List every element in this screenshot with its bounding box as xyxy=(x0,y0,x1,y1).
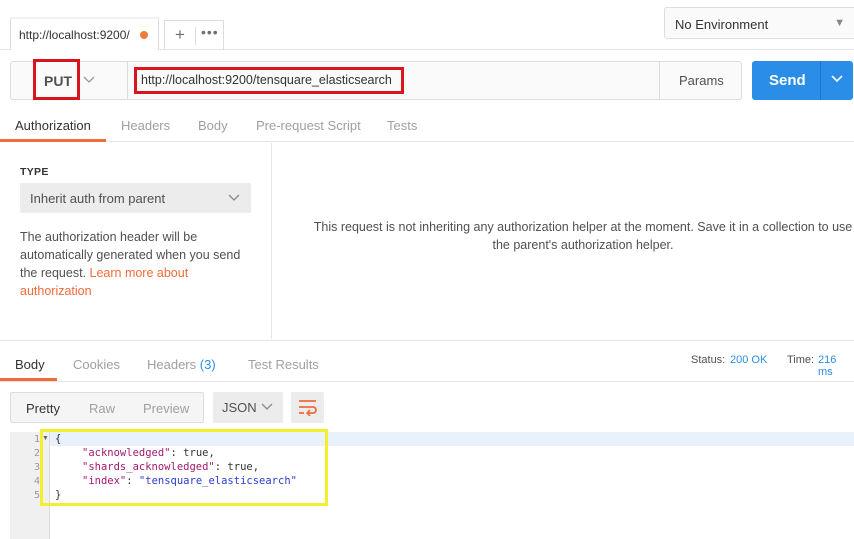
tab-actions: + ••• xyxy=(164,20,224,50)
chevron-down-icon xyxy=(83,72,95,91)
format-type-select[interactable]: JSON xyxy=(213,392,283,423)
auth-type-value: Inherit auth from parent xyxy=(30,191,166,206)
tab-pre-request-script[interactable]: Pre-request Script xyxy=(256,118,361,133)
unsaved-dot-icon xyxy=(140,31,148,39)
chevron-down-icon: ▼ xyxy=(834,17,845,29)
environment-selector[interactable]: No Environment ▼ xyxy=(664,7,854,39)
send-label: Send xyxy=(769,72,806,89)
tab-bar: http://localhost:9200/ + ••• No Environm… xyxy=(0,0,854,50)
status-value: 200 OK xyxy=(730,354,768,366)
params-button[interactable]: Params xyxy=(659,62,741,99)
chevron-down-icon xyxy=(260,398,274,419)
response-tab-test-results[interactable]: Test Results xyxy=(248,357,319,372)
line-number: 5 xyxy=(33,490,40,501)
auth-message: This request is not inheriting any autho… xyxy=(313,220,853,252)
environment-label: No Environment xyxy=(675,17,769,32)
format-toggle-group: Pretty Raw Preview xyxy=(10,392,204,423)
request-tab-label: http://localhost:9200/ xyxy=(19,28,130,42)
response-headers-label: Headers xyxy=(147,357,197,372)
url-highlight-box xyxy=(134,67,404,94)
response-tabs: Body Cookies Headers (3) Test Results xyxy=(0,340,854,382)
new-tab-plus-icon[interactable]: + xyxy=(175,25,185,45)
active-tab-indicator xyxy=(0,139,106,142)
tab-body[interactable]: Body xyxy=(198,118,228,133)
time-value: 216 ms xyxy=(818,354,837,378)
more-options-icon[interactable]: ••• xyxy=(201,24,219,40)
params-label: Params xyxy=(679,73,724,88)
raw-button[interactable]: Raw xyxy=(89,401,115,416)
status-label: Status: xyxy=(691,354,726,366)
chevron-down-icon xyxy=(227,189,241,210)
pretty-button[interactable]: Pretty xyxy=(26,401,60,416)
line-number: 1 xyxy=(33,434,40,445)
request-tab[interactable]: http://localhost:9200/ xyxy=(10,17,159,50)
line-number: 2 xyxy=(33,448,40,459)
response-tab-body[interactable]: Body xyxy=(15,357,45,372)
tab-actions-divider xyxy=(195,27,196,45)
request-tabs: Authorization Headers Body Pre-request S… xyxy=(0,108,854,142)
auth-description: The authorization header will be automat… xyxy=(20,228,260,300)
type-label: TYPE xyxy=(20,166,49,178)
format-type-value: JSON xyxy=(222,400,257,415)
response-tab-headers[interactable]: Headers (3) xyxy=(147,357,216,372)
send-divider xyxy=(820,61,821,100)
auth-type-select[interactable]: Inherit auth from parent xyxy=(20,183,251,213)
headers-count-badge: (3) xyxy=(199,357,216,372)
tab-headers[interactable]: Headers xyxy=(121,118,170,133)
wrap-lines-button[interactable] xyxy=(291,392,324,423)
response-tab-cookies[interactable]: Cookies xyxy=(73,357,120,372)
response-active-tab-indicator xyxy=(0,378,57,381)
line-number: 3 xyxy=(33,462,40,473)
auth-panel: TYPE Inherit auth from parent The author… xyxy=(0,143,272,339)
line-number: 4 xyxy=(33,476,40,487)
preview-button[interactable]: Preview xyxy=(143,401,189,416)
send-options-chevron-icon[interactable] xyxy=(830,70,844,91)
response-highlight-box xyxy=(40,429,328,506)
tab-authorization[interactable]: Authorization xyxy=(15,118,91,133)
wrap-lines-icon xyxy=(298,399,318,419)
send-button[interactable]: Send xyxy=(752,61,853,100)
time-label: Time: xyxy=(787,354,815,366)
tab-tests[interactable]: Tests xyxy=(387,118,417,133)
method-highlight-box xyxy=(33,59,80,100)
